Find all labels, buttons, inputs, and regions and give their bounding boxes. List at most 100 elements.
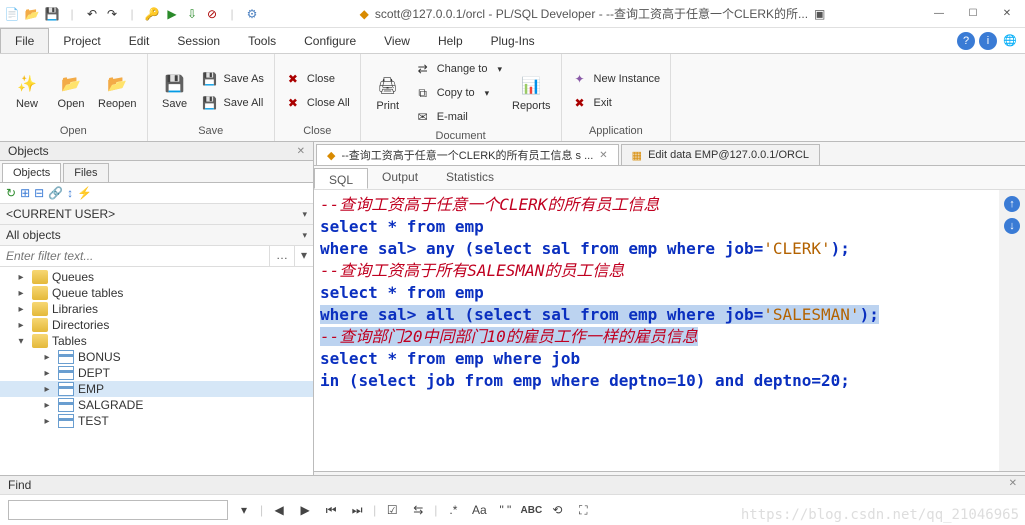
sort-icon[interactable]: ↕ <box>67 186 73 200</box>
find-next[interactable]: ▶ <box>295 502 315 518</box>
menu-view[interactable]: View <box>370 28 424 53</box>
find-last[interactable]: ⏭ <box>347 502 367 518</box>
back-icon[interactable]: ⟲ <box>547 502 567 518</box>
find-close[interactable]: ✕ <box>1009 478 1017 492</box>
folder-icon <box>32 302 48 316</box>
quote-icon[interactable]: " " <box>495 502 515 518</box>
tab-files[interactable]: Files <box>63 163 108 182</box>
tree-table-salgrade[interactable]: ▸SALGRADE <box>0 397 313 413</box>
filter-input[interactable] <box>0 246 269 266</box>
subtab-sql[interactable]: SQL <box>314 168 368 189</box>
find-first[interactable]: ⏮ <box>321 502 341 518</box>
find-dropdown[interactable]: ▾ <box>234 502 254 518</box>
case-icon[interactable]: Aa <box>469 502 489 518</box>
tab-objects[interactable]: Objects <box>2 163 61 182</box>
replace-icon[interactable]: ⇆ <box>408 502 428 518</box>
find-input[interactable] <box>8 500 228 520</box>
tree-table-dept[interactable]: ▸DEPT <box>0 365 313 381</box>
target-icon[interactable]: ⛶ <box>573 502 593 518</box>
info-icon[interactable]: i <box>979 32 997 50</box>
save-button[interactable]: 💾Save <box>158 72 192 110</box>
email-button[interactable]: ✉E-mail <box>415 106 502 128</box>
find-prev[interactable]: ◀ <box>269 502 289 518</box>
reopen-button[interactable]: 📂Reopen <box>98 72 137 110</box>
tree-table-bonus[interactable]: ▸BONUS <box>0 349 313 365</box>
refresh-icon[interactable]: ↻ <box>6 186 16 200</box>
objects-close[interactable]: ✕ <box>297 146 305 157</box>
doc-tab-sql[interactable]: ◆--查询工资高于任意一个CLERK的所有员工信息 s ...✕ <box>316 144 619 165</box>
sql-editor[interactable]: --查询工资高于任意一个CLERK的所有员工信息 select * from e… <box>314 190 999 471</box>
tree-node-directories[interactable]: ▸Directories <box>0 317 313 333</box>
tree-node-libraries[interactable]: ▸Libraries <box>0 301 313 317</box>
help-icon[interactable]: ? <box>957 32 975 50</box>
qa-icon-key[interactable]: 🔑 <box>144 6 160 22</box>
doc-tab-edit-data[interactable]: ▦Edit data EMP@127.0.0.1/ORCL <box>621 144 820 165</box>
tree-node-queue-tables[interactable]: ▸Queue tables <box>0 285 313 301</box>
exit-button[interactable]: ✖Exit <box>572 92 661 114</box>
save-as-button[interactable]: 💾Save As <box>202 68 264 90</box>
menu-tools[interactable]: Tools <box>234 28 290 53</box>
highlight-all-icon[interactable]: ☑ <box>382 502 402 518</box>
menu-configure[interactable]: Configure <box>290 28 370 53</box>
qa-icon-undo[interactable]: ↶ <box>84 6 100 22</box>
tree-node-tables[interactable]: ▾Tables <box>0 333 313 349</box>
print-button[interactable]: 🖨Print <box>371 74 405 112</box>
close-all-button[interactable]: ✖Close All <box>285 92 350 114</box>
qa-icon-save[interactable]: 💾 <box>44 6 60 22</box>
reports-button[interactable]: 📊Reports <box>512 74 551 112</box>
menu-file[interactable]: File <box>0 28 49 53</box>
close-button[interactable]: ✕ <box>993 4 1021 24</box>
menu-edit[interactable]: Edit <box>115 28 164 53</box>
subtab-output[interactable]: Output <box>368 166 432 189</box>
word-icon[interactable]: ABC <box>521 502 541 518</box>
copy-to-button[interactable]: ⧉Copy to▾ <box>415 82 502 104</box>
exit-icon: ✖ <box>572 95 588 111</box>
change-to-button[interactable]: ⇄Change to▾ <box>415 58 502 80</box>
qa-icon-redo[interactable]: ↷ <box>104 6 120 22</box>
tab-close-icon[interactable]: ✕ <box>599 150 607 161</box>
new-button[interactable]: ✨New <box>10 72 44 110</box>
objects-dropdown[interactable]: All objects▾ <box>0 225 313 245</box>
menu-session[interactable]: Session <box>163 28 234 53</box>
new-instance-button[interactable]: ✦New Instance <box>572 68 661 90</box>
email-icon: ✉ <box>415 109 431 125</box>
qa-icon-run[interactable]: ▶ <box>164 6 180 22</box>
object-tree[interactable]: ▸Queues ▸Queue tables ▸Libraries ▸Direct… <box>0 267 313 495</box>
chevron-down-icon: ▾ <box>302 230 307 241</box>
max-button[interactable]: ☐ <box>959 4 987 24</box>
ribbon-group-open: Open <box>10 123 137 139</box>
qa-icon-rollback[interactable]: ⊘ <box>204 6 220 22</box>
min-button[interactable]: — <box>925 4 953 24</box>
menu-help[interactable]: Help <box>424 28 477 53</box>
copy-icon: ⧉ <box>415 85 431 101</box>
filter-more[interactable]: … <box>269 246 294 266</box>
table-icon <box>58 382 74 396</box>
qa-icon-tools[interactable]: ⚙ <box>244 6 260 22</box>
tree-table-test[interactable]: ▸TEST <box>0 413 313 429</box>
save-all-button[interactable]: 💾Save All <box>202 92 264 114</box>
qa-icon-open[interactable]: 📂 <box>24 6 40 22</box>
web-icon[interactable]: 🌐 <box>1001 32 1019 50</box>
new-icon: ✨ <box>15 72 39 96</box>
expand-icon[interactable]: ⊞ <box>20 186 30 200</box>
objects-pane-title: Objects <box>8 144 49 158</box>
chevron-down-icon: ▾ <box>302 209 307 220</box>
nav-up-icon[interactable]: ↑ <box>1004 196 1020 212</box>
subtab-statistics[interactable]: Statistics <box>432 166 508 189</box>
menu-plugins[interactable]: Plug-Ins <box>477 28 549 53</box>
collapse-icon[interactable]: ⊟ <box>34 186 44 200</box>
qa-icon-new[interactable]: 📄 <box>4 6 20 22</box>
menu-project[interactable]: Project <box>49 28 114 53</box>
qa-icon-commit[interactable]: ⇩ <box>184 6 200 22</box>
tree-table-emp[interactable]: ▸EMP <box>0 381 313 397</box>
user-dropdown[interactable]: <CURRENT USER>▾ <box>0 204 313 224</box>
nav-down-icon[interactable]: ↓ <box>1004 218 1020 234</box>
tree-node-queues[interactable]: ▸Queues <box>0 269 313 285</box>
filter-icon[interactable]: ⚡ <box>77 186 92 200</box>
link-icon[interactable]: 🔗 <box>48 186 63 200</box>
instance-icon: ✦ <box>572 71 588 87</box>
regex-icon[interactable]: .* <box>443 502 463 518</box>
filter-dropdown[interactable]: ▾ <box>294 246 313 266</box>
open-button[interactable]: 📂Open <box>54 72 88 110</box>
close-tab-button[interactable]: ✖Close <box>285 68 350 90</box>
